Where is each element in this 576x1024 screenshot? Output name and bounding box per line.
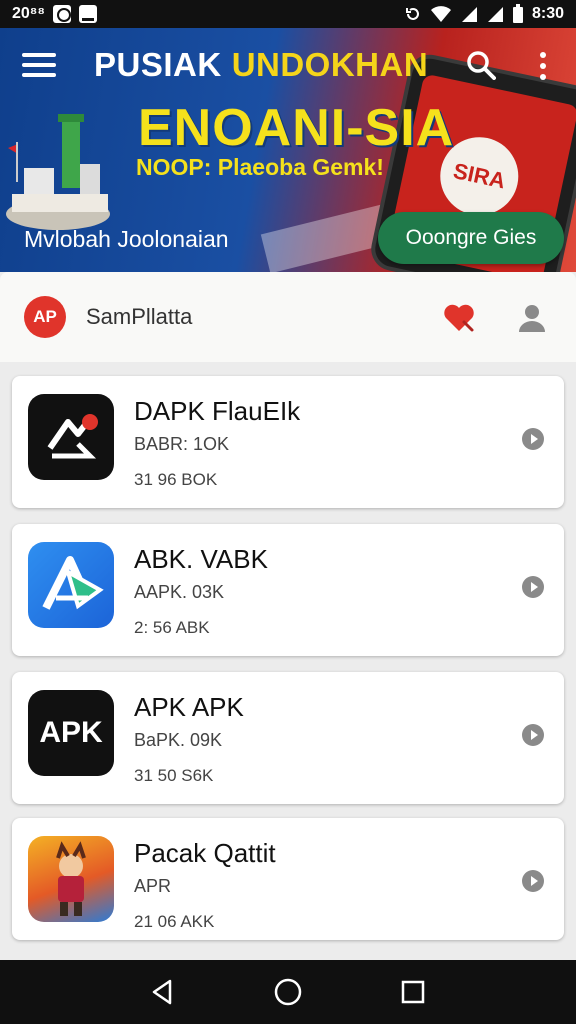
app-icon [28,394,114,480]
item-action-icon[interactable] [522,870,544,892]
app-meta-secondary: 2: 56 ABK [134,618,210,637]
app-name: APK APK [134,692,244,722]
app-icon [28,836,114,922]
back-icon[interactable] [148,977,178,1007]
app-title-yellow: UNDOKHAN [231,46,429,83]
more-options-icon[interactable] [538,52,548,80]
app-meta-primary: APR [134,876,172,896]
app-icon: APK [28,690,114,776]
status-time: 8:30 [531,5,564,22]
app-icon-label: APK [39,716,103,749]
app-root: 20⁸⁸ 8:30 SIRA PUSIAK UNDOKHAN ENOANI-SI… [0,0,576,1024]
signal-2-icon [487,7,503,22]
app-meta-primary: BABR: 1OK [134,434,230,454]
system-nav-bar [0,960,576,1024]
app-title: PUSIAK UNDOKHAN [94,46,428,84]
search-icon[interactable] [466,50,496,80]
section-header: AP SamPllatta [0,272,576,362]
menu-icon[interactable] [22,53,56,77]
app-name: ABK. VABK [134,544,268,574]
banner-cta-button[interactable]: Ooongre Gies [378,212,564,264]
sync-icon [405,8,419,20]
battery-icon [512,4,523,23]
game-character-icon [56,841,86,916]
app-logo-icon [42,556,104,610]
item-action-icon[interactable] [522,576,544,598]
app-icon [28,542,114,628]
banner-headline: ENOANI-SIA [138,99,455,157]
app-meta-secondary: 31 96 BOK [134,470,218,489]
app-name: DAPK FlauEIk [134,396,301,426]
app-meta-primary: AAPK. 03K [134,582,225,602]
app-meta-primary: BaPK. 09K [134,730,223,750]
list-item[interactable]: ABK. VABK AAPK. 03K 2: 56 ABK [12,524,564,656]
home-icon[interactable] [273,977,303,1007]
app-logo-icon [47,414,98,459]
app-name: Pacak Qattit [134,838,276,868]
banner-tagline: Mvlobah Joolonaian [24,226,229,252]
notification-icon [52,5,71,23]
list-item[interactable]: DAPK FlauEIk BABR: 1OK 31 96 BOK [12,376,564,508]
status-bar: 20⁸⁸ 8:30 [0,0,576,28]
list-item[interactable]: Pacak Qattit APR 21 06 AKK [12,818,564,940]
recent-apps-icon[interactable] [398,977,428,1007]
favorites-icon[interactable] [442,302,476,334]
app-meta-secondary: 31 50 S6K [134,766,214,785]
profile-icon[interactable] [516,302,548,334]
list-item[interactable]: APK APK APK BaPK. 09K 31 50 S6K [12,672,564,804]
signal-icon [461,7,477,22]
section-title: SamPllatta [86,304,193,329]
wifi-icon [430,6,451,22]
app-meta-secondary: 21 06 AKK [134,912,215,931]
section-logo: AP [24,296,66,338]
banner-subline: NOOP: Plaeoba Gemk! [136,154,384,180]
status-left-text: 20⁸⁸ [12,5,45,22]
app-title-white: PUSIAK [94,46,222,83]
item-action-icon[interactable] [522,428,544,450]
landmark-illustration [6,114,110,230]
item-action-icon[interactable] [522,724,544,746]
image-notification-icon [78,5,97,23]
promo-banner[interactable]: SIRA PUSIAK UNDOKHAN ENOANI-SIA NOOP: Pl… [0,28,576,272]
